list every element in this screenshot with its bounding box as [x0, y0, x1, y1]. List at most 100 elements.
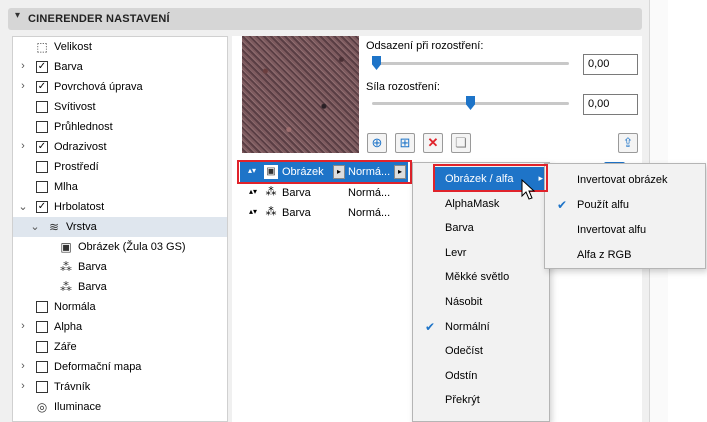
chevron-right-icon[interactable]: ›: [18, 80, 28, 92]
tree-item-label: Vrstva: [66, 221, 97, 233]
tree-item-label: Mlha: [54, 181, 78, 193]
chevron-down-icon[interactable]: ⌄: [30, 220, 40, 233]
color-circles-icon: ⁂: [265, 186, 277, 198]
tree-item-label: Povrchová úprava: [54, 81, 143, 93]
menu-item[interactable]: Levr: [413, 241, 549, 266]
menu-item[interactable]: Barva: [413, 216, 549, 241]
color-circles-icon: ⁂: [265, 206, 277, 218]
tree-item[interactable]: › Deformační mapa: [13, 357, 227, 377]
chevron-right-icon[interactable]: ›: [18, 60, 28, 72]
add-layer-button[interactable]: ⊞: [395, 133, 415, 153]
menu-item[interactable]: Odstín: [413, 364, 549, 389]
tree-item[interactable]: ◎ Iluminace: [13, 397, 227, 417]
tree-item-label: Barva: [78, 261, 107, 273]
tree-item[interactable]: Svítivost: [13, 97, 227, 117]
mouse-cursor-icon: [521, 179, 536, 200]
menu-item[interactable]: Odečíst: [413, 339, 549, 364]
menu-item-label: Invertovat obrázek: [577, 174, 668, 186]
checkmark-icon: ✔: [557, 198, 568, 212]
menu-item-label: Levr: [445, 246, 467, 259]
menu-item[interactable]: ✔ Použít alfu: [545, 193, 705, 218]
tree-item[interactable]: Prostředí: [13, 157, 227, 177]
section-title: CINERENDER NASTAVENÍ: [28, 13, 170, 25]
strength-value-field[interactable]: 0,00: [583, 94, 638, 115]
menu-item[interactable]: Měkké světlo: [413, 265, 549, 290]
resize-icon: ⬚: [36, 40, 48, 54]
strength-slider-label: Síla rozostření:: [366, 81, 440, 93]
channel-checkbox[interactable]: [36, 181, 48, 193]
menu-item-label: Použít alfu: [577, 199, 629, 211]
tree-item-label: Hrbolatost: [54, 201, 105, 213]
alpha-submenu: Invertovat obrázek ✔ Použít alfu Invertovat…: [544, 163, 706, 269]
menu-item[interactable]: Invertovat alfu: [545, 218, 705, 243]
channel-checkbox[interactable]: [36, 101, 48, 113]
duplicate-button[interactable]: ❏: [451, 133, 471, 153]
chevron-right-icon[interactable]: ›: [18, 320, 28, 332]
tree-item[interactable]: ⌄ ✓ Hrbolatost: [13, 197, 227, 217]
section-header[interactable]: ▾ CINERENDER NASTAVENÍ: [8, 8, 642, 30]
chevron-down-icon: ▾: [15, 10, 21, 21]
tree-item-label: Prostředí: [54, 161, 99, 173]
channel-checkbox[interactable]: ✓: [36, 141, 48, 153]
channel-checkbox[interactable]: [36, 361, 48, 373]
menu-item-label: AlphaMask: [445, 197, 500, 210]
menu-item-label: Násobit: [445, 296, 483, 308]
tree-item[interactable]: › ✓ Povrchová úprava: [13, 77, 227, 97]
menu-item-label: Překrýt: [445, 394, 480, 407]
color-circles-icon: ⁂: [60, 260, 72, 274]
add-shader-button[interactable]: ⊕: [367, 133, 387, 153]
channel-checkbox[interactable]: [36, 161, 48, 173]
tree-item[interactable]: Záře: [13, 337, 227, 357]
channel-checkbox[interactable]: [36, 301, 48, 313]
menu-item[interactable]: Alfa z RGB: [545, 243, 705, 268]
delete-button[interactable]: ✕: [423, 133, 443, 153]
tree-item-label: Barva: [78, 281, 107, 293]
menu-item[interactable]: Invertovat obrázek: [545, 168, 705, 193]
tree-item-label: Deformační mapa: [54, 361, 142, 373]
layers-icon: ≋: [48, 220, 60, 234]
tree-item-label: Trávník: [54, 381, 91, 393]
menu-item[interactable]: Násobit: [413, 290, 549, 315]
tree-item-label: Obrázek (Žula 03 GS): [78, 241, 186, 253]
chevron-right-icon[interactable]: ›: [18, 380, 28, 392]
tree-item[interactable]: Normála: [13, 297, 227, 317]
menu-item[interactable]: Překrýt: [413, 388, 549, 413]
tree-item[interactable]: ⁂ Barva: [13, 257, 227, 277]
tree-item[interactable]: ⁂ Barva: [13, 277, 227, 297]
channel-checkbox[interactable]: [36, 341, 48, 353]
tree-item[interactable]: ⬚ Velikost: [13, 37, 227, 57]
channel-checkbox[interactable]: [36, 381, 48, 393]
reorder-arrows-icon[interactable]: ▴▾: [249, 207, 257, 216]
tree-item[interactable]: › ✓ Barva: [13, 57, 227, 77]
layer-blend-mode[interactable]: Normá...: [348, 207, 390, 219]
channel-checkbox[interactable]: [36, 121, 48, 133]
offset-value-field[interactable]: 0,00: [583, 54, 638, 75]
menu-item-label: Odečíst: [445, 345, 483, 358]
tree-item[interactable]: › Alpha: [13, 317, 227, 337]
tree-item[interactable]: ⌄ ≋ Vrstva: [13, 217, 227, 237]
offset-slider-track[interactable]: [372, 62, 569, 65]
menu-item[interactable]: ✔ Normální: [413, 315, 549, 340]
tree-item[interactable]: Průhlednost: [13, 117, 227, 137]
layer-blend-mode[interactable]: Normá...: [348, 187, 390, 199]
channel-checkbox[interactable]: ✓: [36, 81, 48, 93]
layer-row[interactable]: ▴▾ ⁂ Barva Normá...: [240, 203, 410, 223]
chevron-right-icon[interactable]: ›: [18, 360, 28, 372]
channel-checkbox[interactable]: ✓: [36, 61, 48, 73]
tree-item[interactable]: Mlha: [13, 177, 227, 197]
layer-row[interactable]: ▴▾ ⁂ Barva Normá...: [240, 183, 410, 203]
channel-checkbox[interactable]: [36, 321, 48, 333]
tree-item[interactable]: › ✓ Odrazivost: [13, 137, 227, 157]
reorder-arrows-icon[interactable]: ▴▾: [249, 187, 257, 196]
export-button[interactable]: ⇪: [618, 133, 638, 153]
menu-item-label: Odstín: [445, 369, 478, 382]
chevron-down-icon[interactable]: ⌄: [18, 200, 28, 213]
channel-checkbox[interactable]: ✓: [36, 201, 48, 213]
offset-slider-label: Odsazení při rozostření:: [366, 40, 484, 52]
menu-item-label: Barva: [445, 222, 474, 235]
tree-item[interactable]: › Trávník: [13, 377, 227, 397]
menu-item-label: Normální: [445, 320, 490, 333]
image-icon: ▣: [60, 240, 72, 254]
chevron-right-icon[interactable]: ›: [18, 140, 28, 152]
tree-item[interactable]: ▣ Obrázek (Žula 03 GS): [13, 237, 227, 257]
